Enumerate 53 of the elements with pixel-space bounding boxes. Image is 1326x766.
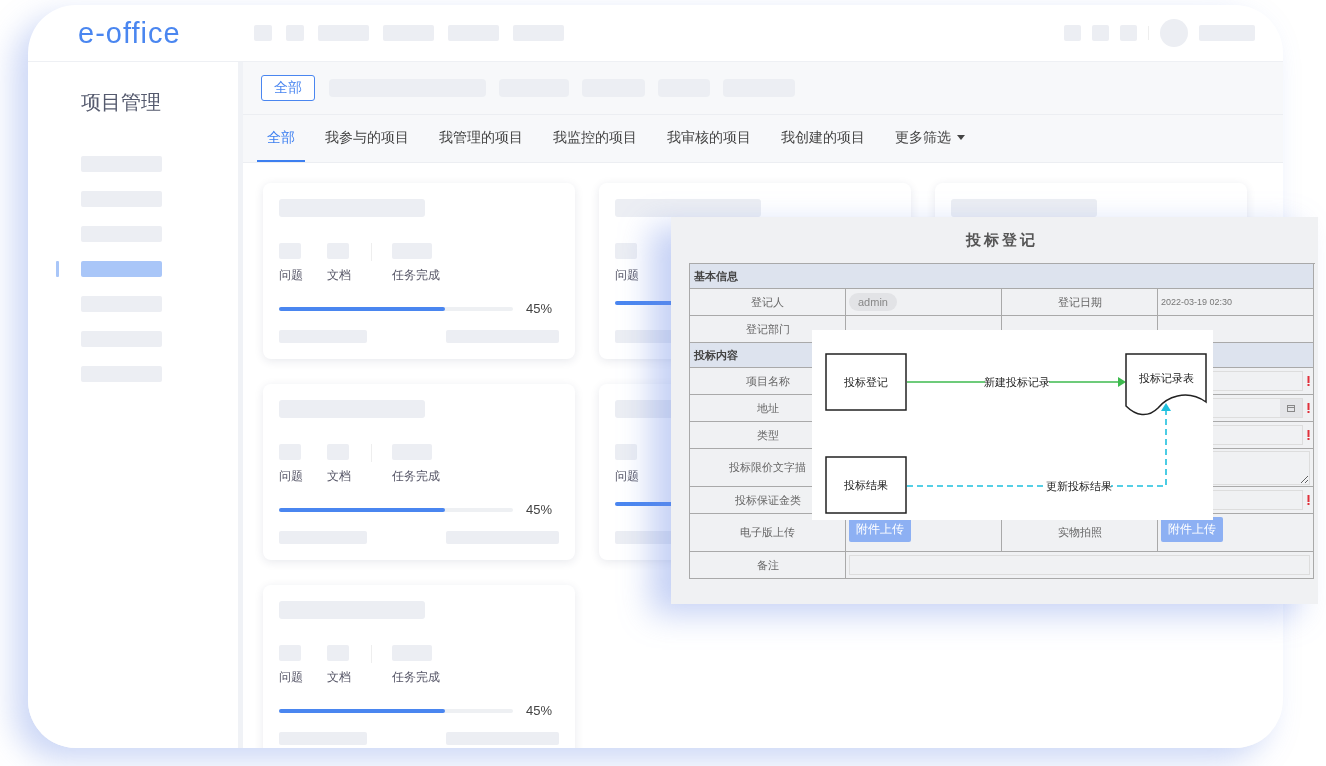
stat-label: 问题: [279, 267, 303, 284]
tab[interactable]: 我监控的项目: [543, 115, 647, 162]
form-title: 投标登记: [964, 230, 1039, 250]
field-label: 项目名称: [745, 373, 790, 389]
calendar-icon: [1287, 404, 1295, 412]
field-label: 备注: [756, 557, 779, 573]
field-label: 登记部门: [745, 321, 790, 337]
user-chip: admin: [849, 293, 897, 311]
field-value: 2022-03-19 02:30: [1161, 297, 1233, 307]
placeholder-bar: [615, 444, 637, 460]
field-label: 投标限价文字描: [729, 460, 806, 475]
logo: e-office: [78, 16, 182, 50]
stat-label: 文档: [327, 267, 351, 284]
edge-label: 更新投标结果: [1046, 480, 1112, 492]
filter-dropdown[interactable]: 更多筛选: [885, 115, 975, 162]
project-card[interactable]: 问题 文档 任务完成 45%: [263, 585, 575, 748]
selection-marker: [56, 261, 59, 277]
tab[interactable]: 我管理的项目: [429, 115, 533, 162]
field-label: 实物拍照: [1057, 525, 1102, 540]
tab[interactable]: 我参与的项目: [315, 115, 419, 162]
stat-label: 问题: [615, 468, 639, 485]
project-card[interactable]: 问题 文档 任务完成 45%: [263, 384, 575, 560]
field-label: 登记人: [751, 294, 784, 310]
stat-label: 文档: [327, 468, 351, 485]
stat-label: 问题: [279, 468, 303, 485]
field-label: 类型: [756, 427, 779, 443]
sidebar-title: 项目管理: [81, 90, 162, 115]
field-label: 登记日期: [1057, 294, 1102, 310]
stat-label: 文档: [327, 669, 351, 686]
flow-node: 投标结果: [825, 456, 907, 514]
section-header: 基本信息: [694, 268, 738, 284]
stat-label: 问题: [615, 267, 639, 284]
edge-label: 新建投标记录: [984, 376, 1050, 388]
flow-node: 投标记录表: [1125, 353, 1207, 416]
filter-button[interactable]: 全部: [261, 75, 315, 101]
tab[interactable]: 我审核的项目: [657, 115, 761, 162]
progress-percent: 45%: [526, 301, 553, 316]
stat-label: 任务完成: [392, 267, 440, 284]
section-header: 投标内容: [694, 347, 738, 363]
stat-label: 问题: [279, 669, 303, 686]
progress-percent: 45%: [526, 502, 553, 517]
tab[interactable]: 我创建的项目: [771, 115, 875, 162]
progress-percent: 45%: [526, 703, 553, 718]
placeholder-bar: [615, 243, 637, 259]
caret-icon: [957, 135, 965, 140]
project-card[interactable]: 问题 文档 任务完成 45%: [263, 183, 575, 359]
tab[interactable]: 全部: [257, 115, 305, 162]
stat-label: 任务完成: [392, 669, 440, 686]
flow-node: 投标登记: [825, 353, 907, 411]
field-label: 电子版上传: [740, 525, 795, 540]
field-label: 投标保证金类: [734, 492, 801, 508]
stat-label: 任务完成: [392, 468, 440, 485]
field-label: 地址: [756, 400, 779, 416]
